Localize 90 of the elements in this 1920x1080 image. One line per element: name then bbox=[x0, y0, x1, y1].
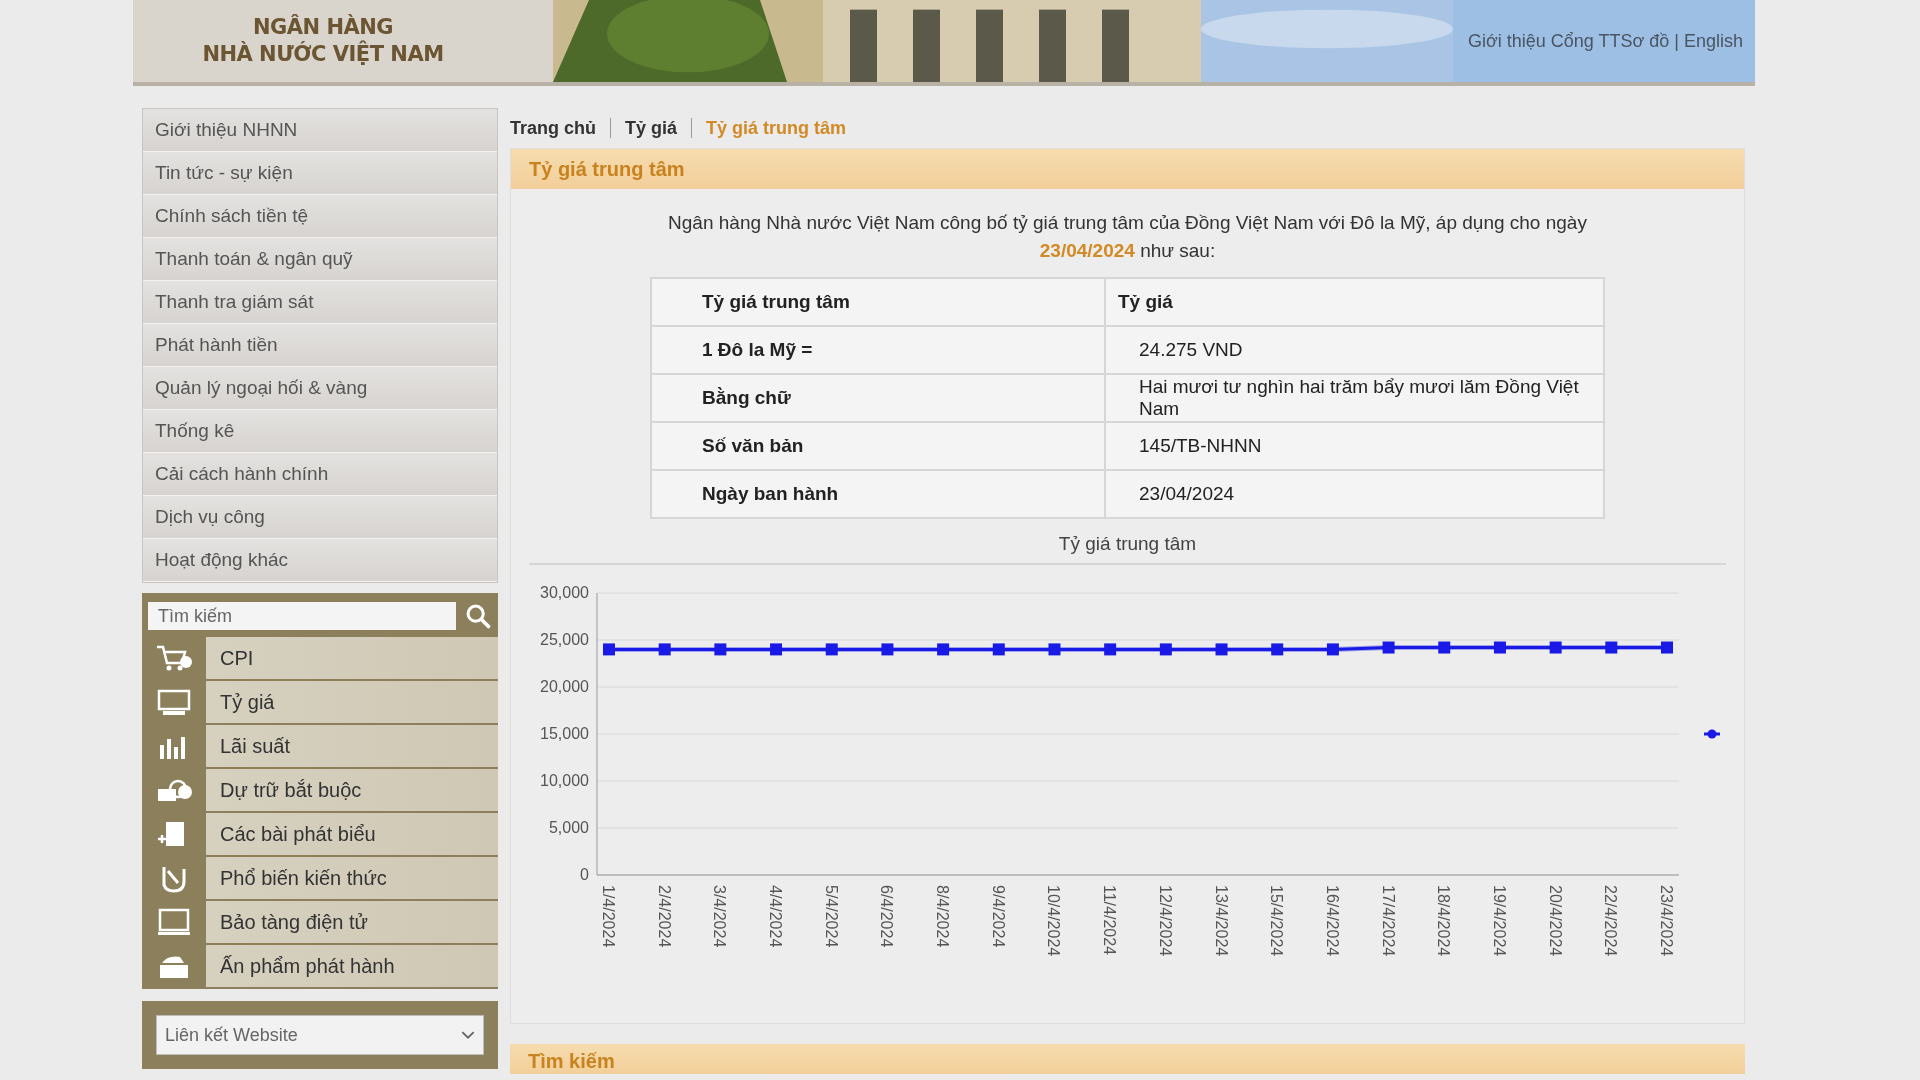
menu-item[interactable]: Hoạt động khác bbox=[143, 539, 497, 582]
x-tick-label: 4/4/2024 bbox=[767, 885, 785, 948]
data-point bbox=[992, 643, 1005, 656]
intro-text: Ngân hàng Nhà nước Việt Nam công bố tỷ giá trung tâm của Đồng Việt Nam với Đô la Mỹ, áp dụng cho ngày 23/04/2024 như sau: bbox=[667, 211, 1588, 263]
x-tick-label: 10/4/2024 bbox=[1045, 885, 1063, 957]
menu-item[interactable]: Giới thiệu NHNN bbox=[143, 109, 497, 152]
menu-item[interactable]: Quản lý ngoại hối & vàng bbox=[143, 367, 497, 410]
data-point bbox=[1271, 643, 1284, 656]
menu-item[interactable]: Thống kê bbox=[143, 410, 497, 453]
x-tick-label: 11/4/2024 bbox=[1101, 885, 1119, 955]
x-tick-label: 18/4/2024 bbox=[1435, 885, 1453, 957]
y-tick-label: 30,000 bbox=[540, 584, 589, 601]
column-header: Tỷ giá bbox=[1105, 278, 1604, 326]
data-point bbox=[1048, 643, 1061, 656]
logo-text: NHÀ NƯỚC VIỆT NAM bbox=[202, 41, 444, 68]
x-tick-label: 9/4/2024 bbox=[989, 885, 1007, 948]
x-tick-label: 17/4/2024 bbox=[1379, 885, 1397, 957]
data-point bbox=[603, 643, 615, 656]
x-tick-label: 20/4/2024 bbox=[1546, 885, 1564, 957]
y-tick-label: 15,000 bbox=[540, 725, 589, 742]
data-point bbox=[1549, 641, 1562, 654]
quick-link[interactable]: Phổ biến kiến thức bbox=[142, 857, 498, 899]
search-field[interactable]: Tìm kiếm bbox=[148, 602, 456, 630]
bank-logo[interactable]: NGÂN HÀNG NHÀ NƯỚC VIỆT NAM bbox=[133, 0, 553, 82]
y-tick-label: 0 bbox=[580, 866, 589, 883]
menu-item[interactable]: Tin tức - sự kiện bbox=[143, 152, 497, 195]
x-tick-label: 3/4/2024 bbox=[711, 885, 729, 948]
menu-item[interactable]: Chính sách tiền tệ bbox=[143, 195, 497, 238]
section-title: Tỷ giá trung tâm bbox=[511, 149, 1744, 189]
cart-icon bbox=[154, 643, 194, 673]
table-cell: Số văn bản bbox=[651, 422, 1105, 470]
x-tick-label: 2/4/2024 bbox=[655, 885, 673, 948]
data-point bbox=[1382, 641, 1395, 654]
breadcrumb-link[interactable]: Tỷ giá bbox=[625, 117, 678, 139]
menu-item[interactable]: Phát hành tiền bbox=[143, 324, 497, 367]
data-point bbox=[1159, 643, 1172, 656]
logo-text: NGÂN HÀNG bbox=[252, 14, 394, 40]
caret-icon bbox=[461, 1030, 475, 1040]
menu-item[interactable]: Thanh toán & ngân quỹ bbox=[143, 238, 497, 281]
data-point bbox=[1605, 641, 1618, 654]
data-point bbox=[881, 643, 894, 656]
x-tick-label: 13/4/2024 bbox=[1212, 885, 1230, 957]
data-point bbox=[1104, 643, 1117, 656]
x-tick-label: 15/4/2024 bbox=[1268, 885, 1286, 957]
table-cell: 1 Đô la Mỹ = bbox=[651, 326, 1105, 374]
table-cell: 23/04/2024 bbox=[1105, 470, 1604, 518]
quick-link[interactable]: Tỷ giá bbox=[142, 681, 498, 723]
menu-item[interactable]: Cải cách hành chính bbox=[143, 453, 497, 496]
y-tick-label: 25,000 bbox=[540, 631, 589, 648]
data-point bbox=[825, 643, 838, 656]
x-tick-label: 5/4/2024 bbox=[822, 885, 840, 948]
x-tick-label: 1/4/2024 bbox=[600, 885, 617, 948]
x-tick-label: 23/4/2024 bbox=[1658, 885, 1675, 957]
data-point bbox=[1215, 643, 1228, 656]
quick-link[interactable]: Lãi suất bbox=[142, 725, 498, 767]
table-cell: Hai mươi tư nghìn hai trăm bẩy mươi lăm Đồng Việt Nam bbox=[1105, 374, 1604, 422]
table-cell: 145/TB-NHNN bbox=[1105, 422, 1604, 470]
search-icon[interactable] bbox=[464, 602, 492, 630]
data-point bbox=[1661, 641, 1673, 654]
quick-link[interactable]: Dự trữ bắt buộc bbox=[142, 769, 498, 811]
x-tick-label: 16/4/2024 bbox=[1323, 885, 1341, 957]
y-tick-label: 10,000 bbox=[540, 772, 589, 789]
quick-link[interactable]: Các bài phát biểu bbox=[142, 813, 498, 855]
section-title: Tìm kiếm bbox=[510, 1044, 1745, 1074]
x-tick-label: 12/4/2024 bbox=[1156, 885, 1174, 957]
table-cell: Ngày ban hành bbox=[651, 470, 1105, 518]
x-tick-label: 19/4/2024 bbox=[1490, 885, 1508, 957]
x-tick-label: 6/4/2024 bbox=[878, 885, 896, 948]
chart-title: Tỷ giá trung tâm bbox=[529, 533, 1726, 565]
data-point bbox=[1326, 643, 1339, 656]
column-header: Tỷ giá trung tâm bbox=[651, 278, 1105, 326]
breadcrumb-link[interactable]: Trang chủ bbox=[510, 117, 596, 139]
data-point bbox=[770, 643, 783, 656]
quick-link[interactable]: Bảo tàng điện tử bbox=[142, 901, 498, 943]
data-point bbox=[714, 643, 727, 656]
data-point bbox=[937, 643, 950, 656]
table-cell: 24.275 VND bbox=[1105, 326, 1604, 374]
quick-link[interactable]: Ấn phẩm phát hành bbox=[142, 945, 498, 987]
data-point bbox=[1493, 641, 1506, 654]
quick-link[interactable]: CPI bbox=[142, 637, 498, 679]
menu-item[interactable]: Thanh tra giám sát bbox=[143, 281, 497, 324]
data-point bbox=[658, 643, 671, 656]
data-point bbox=[1438, 641, 1451, 654]
menu-item[interactable]: Dịch vụ công bbox=[143, 496, 497, 539]
y-tick-label: 20,000 bbox=[540, 678, 589, 695]
y-tick-label: 5,000 bbox=[548, 819, 589, 836]
website-select[interactable]: Liên kết Website bbox=[156, 1015, 484, 1055]
x-tick-label: 22/4/2024 bbox=[1602, 885, 1620, 957]
table-cell: Bằng chữ bbox=[651, 374, 1105, 422]
x-tick-label: 8/4/2024 bbox=[934, 885, 952, 948]
